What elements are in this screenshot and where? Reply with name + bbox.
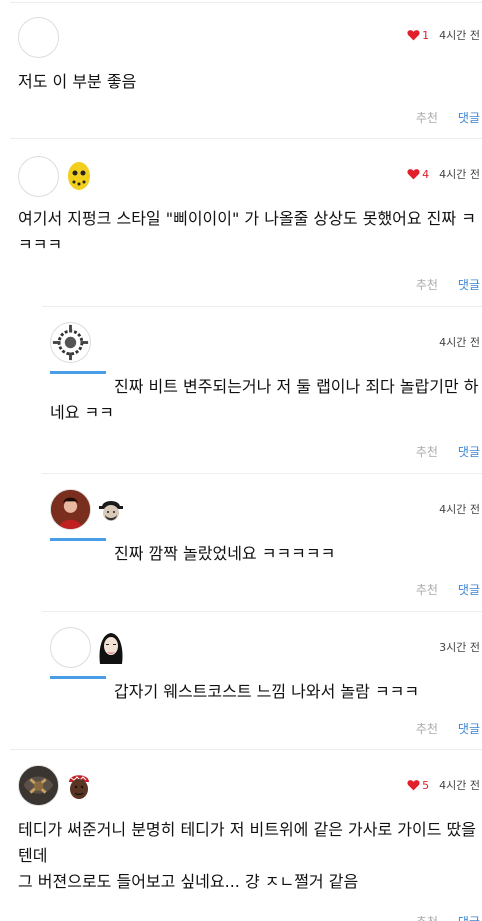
reply-indent-bar: [50, 676, 106, 679]
avatar[interactable]: [50, 489, 91, 530]
comment-meta: 1 4시간 전: [407, 27, 480, 43]
comment-text: 갑자기 웨스트코스트 느낌 나와서 놀람 ㅋㅋㅋ: [50, 676, 480, 705]
avatar[interactable]: [50, 322, 91, 363]
recommend-button[interactable]: 추천: [416, 720, 438, 737]
comment-actions: 추천 댓글: [416, 443, 480, 460]
avatar[interactable]: [50, 627, 91, 668]
recommend-button[interactable]: 추천: [416, 276, 438, 293]
reply-indent-bar: [50, 538, 106, 541]
recommend-button[interactable]: 추천: [416, 581, 438, 598]
recommend-button[interactable]: 추천: [416, 109, 438, 126]
reply-button[interactable]: 댓글: [458, 443, 480, 460]
like-count-value: 5: [422, 778, 430, 792]
user-badge-icon: [64, 161, 94, 192]
comment-text: 여기서 지펑크 스타일 "삐이이이" 가 나올줄 상상도 못했어요 진짜 ㅋㅋㅋ…: [18, 209, 476, 254]
avatar[interactable]: [18, 156, 59, 197]
user-badge-icon: [96, 495, 126, 525]
comment-text-line: 그 버젼으로도 들어보고 싶네요... 걍 ㅈㄴ쩔거 같음: [18, 872, 359, 891]
comment-text-content: 진짜 비트 변주되는거나 저 둘 랩이나 죄다 놀랍기만 하네요 ㅋㅋ: [50, 377, 479, 422]
divider: [10, 749, 482, 750]
avatar-group: [50, 322, 91, 363]
like-count[interactable]: 5: [407, 779, 429, 792]
user-badge-icon: [96, 632, 126, 664]
reply-item: 4시간 전 진짜 깜짝 놀랐었네요 ㅋㅋㅋㅋㅋ 추천 댓글: [42, 489, 482, 609]
avatar-group: [18, 17, 59, 58]
divider: [42, 306, 482, 307]
reply-button[interactable]: 댓글: [458, 276, 480, 293]
comment-actions: 추천 댓글: [416, 720, 480, 737]
divider: [10, 138, 482, 139]
comment-text-line: 테디가 써준거니 분명히 테디가 저 비트위에 같은 가사로 가이드 땄을텐데: [18, 820, 476, 865]
like-count-value: 4: [422, 167, 430, 181]
comment-meta: 4시간 전: [439, 334, 480, 350]
avatar[interactable]: [18, 765, 59, 806]
reply-button[interactable]: 댓글: [458, 109, 480, 126]
divider: [42, 473, 482, 474]
comment-item: 5 4시간 전 테디가 써준거니 분명히 테디가 저 비트위에 같은 가사로 가…: [10, 765, 482, 921]
comment-actions: 추천 댓글: [416, 109, 480, 126]
like-count[interactable]: 1: [407, 29, 429, 42]
avatar-group: [18, 765, 94, 806]
comment-timestamp: 3시간 전: [439, 641, 480, 654]
comment-text-content: 갑자기 웨스트코스트 느낌 나와서 놀람 ㅋㅋㅋ: [114, 682, 420, 701]
heart-icon: [407, 30, 420, 41]
comment-actions: 추천 댓글: [416, 913, 480, 921]
avatar[interactable]: [18, 17, 59, 58]
recommend-button[interactable]: 추천: [416, 443, 438, 460]
comment-meta: 5 4시간 전: [407, 777, 480, 793]
comment-meta: 3시간 전: [439, 639, 480, 655]
comment-text: 진짜 깜짝 놀랐었네요 ㅋㅋㅋㅋㅋ: [50, 538, 480, 567]
heart-icon: [407, 169, 420, 180]
top-divider: [10, 2, 482, 3]
reply-item: 4시간 전 진짜 비트 변주되는거나 저 둘 랩이나 죄다 놀랍기만 하네요 ㅋ…: [42, 322, 482, 472]
reply-button[interactable]: 댓글: [458, 913, 480, 921]
comment-timestamp: 4시간 전: [439, 29, 480, 42]
comment-meta: 4 4시간 전: [407, 166, 480, 182]
like-count-value: 1: [422, 28, 430, 42]
recommend-button[interactable]: 추천: [416, 913, 438, 921]
comment-timestamp: 4시간 전: [439, 168, 480, 181]
comment-actions: 추천 댓글: [416, 581, 480, 598]
comment-text: 진짜 비트 변주되는거나 저 둘 랩이나 죄다 놀랍기만 하네요 ㅋㅋ: [50, 371, 480, 426]
comment-item: 4 4시간 전 여기서 지펑크 스타일 "삐이이이" 가 나올줄 상상도 못했어…: [10, 156, 482, 306]
reply-indent-bar: [50, 371, 106, 374]
comment-timestamp: 4시간 전: [439, 336, 480, 349]
like-count[interactable]: 4: [407, 168, 429, 181]
reply-item: 3시간 전 갑자기 웨스트코스트 느낌 나와서 놀람 ㅋㅋㅋ 추천 댓글: [42, 627, 482, 747]
reply-button[interactable]: 댓글: [458, 720, 480, 737]
comment-text-content: 진짜 깜짝 놀랐었네요 ㅋㅋㅋㅋㅋ: [114, 544, 336, 563]
comment-item: 1 4시간 전 저도 이 부분 좋음 추천 댓글: [10, 17, 482, 137]
comment-meta: 4시간 전: [439, 501, 480, 517]
avatar-group: [50, 627, 126, 668]
divider: [42, 611, 482, 612]
avatar-group: [50, 489, 126, 530]
avatar-group: [18, 156, 94, 197]
user-badge-icon: [64, 771, 94, 801]
comment-actions: 추천 댓글: [416, 276, 480, 293]
comment-timestamp: 4시간 전: [439, 779, 480, 792]
comment-timestamp: 4시간 전: [439, 503, 480, 516]
comment-text: 테디가 써준거니 분명히 테디가 저 비트위에 같은 가사로 가이드 땄을텐데 …: [18, 817, 480, 895]
reply-button[interactable]: 댓글: [458, 581, 480, 598]
heart-icon: [407, 780, 420, 791]
comment-text: 저도 이 부분 좋음: [18, 72, 137, 91]
